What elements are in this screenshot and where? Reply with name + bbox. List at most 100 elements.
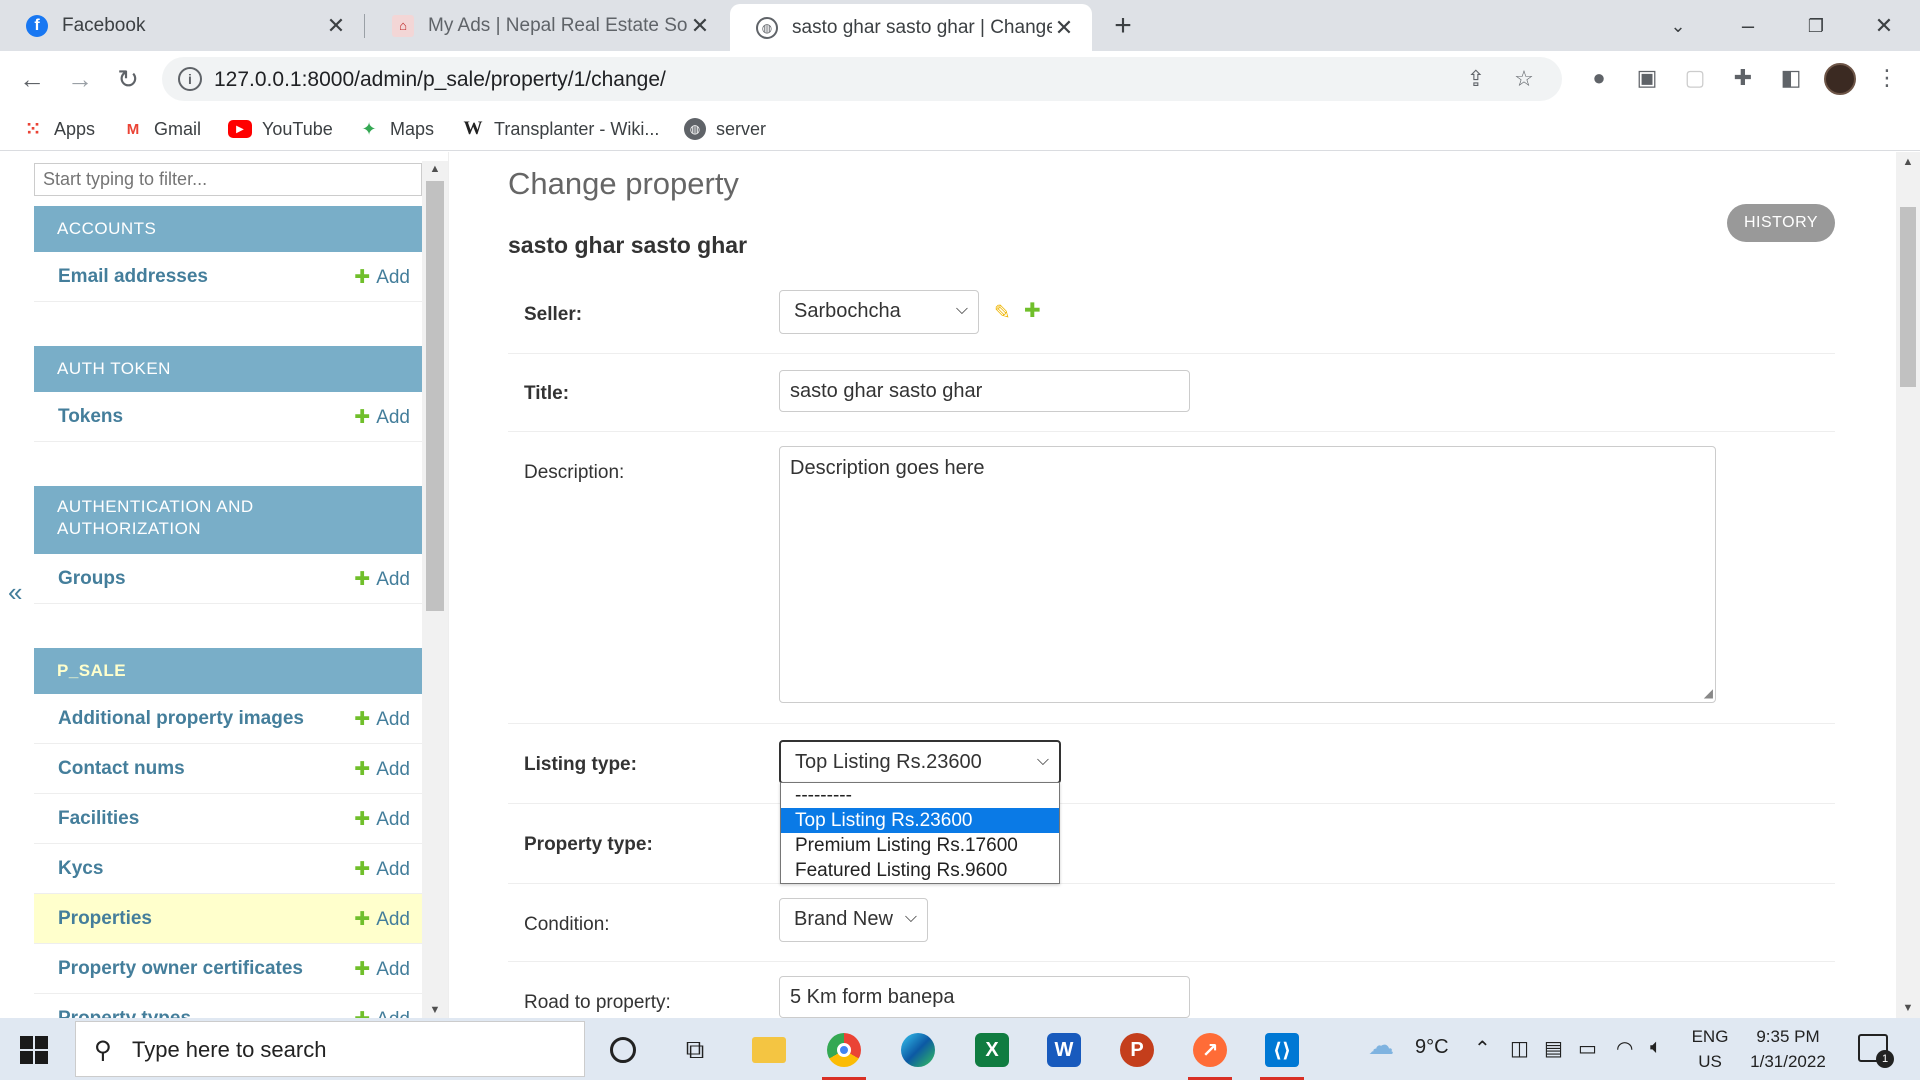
close-icon[interactable]: ✕: [1052, 15, 1076, 41]
extension-icon[interactable]: ▢: [1680, 63, 1710, 93]
module-header[interactable]: AUTH TOKEN: [34, 346, 422, 392]
forward-arrow-icon[interactable]: →: [62, 61, 98, 97]
page-scrollbar[interactable]: ▲ ▼: [1896, 152, 1920, 1018]
restore-button[interactable]: ❐: [1798, 8, 1834, 44]
listing-type-select[interactable]: Top Listing Rs.23600 ⌵: [779, 740, 1061, 784]
add-link[interactable]: ✚Add: [354, 808, 410, 831]
sidebar-item-kycs[interactable]: Kycs ✚ Add: [34, 844, 422, 894]
battery-icon[interactable]: ▭: [1578, 1036, 1597, 1061]
excel-icon[interactable]: X: [968, 1026, 1016, 1074]
close-window-button[interactable]: ✕: [1866, 8, 1902, 44]
dropdown-option[interactable]: ---------: [781, 783, 1059, 808]
weather-temp[interactable]: 9°C: [1415, 1036, 1449, 1059]
title-input[interactable]: sasto ghar sasto ghar: [779, 370, 1190, 412]
tab-my-ads[interactable]: ⌂ My Ads | Nepal Real Estate Soluti ✕: [366, 0, 728, 51]
scrollbar-thumb[interactable]: [426, 181, 444, 611]
taskbar-search-box[interactable]: ⚲ Type here to search: [75, 1021, 585, 1077]
wifi-icon[interactable]: ◠: [1616, 1036, 1633, 1061]
bookmark-server[interactable]: ◍ server: [684, 115, 766, 143]
add-plus-icon[interactable]: ✚: [1024, 298, 1041, 323]
bookmark-star-icon[interactable]: ☆: [1510, 65, 1538, 93]
add-link[interactable]: ✚Add: [354, 958, 410, 981]
sidebar-scrollbar[interactable]: ▲ ▼: [422, 161, 448, 1018]
notification-center-icon[interactable]: 1: [1858, 1034, 1894, 1068]
condition-select[interactable]: Brand New ⌵: [779, 898, 928, 942]
volume-icon[interactable]: 🔈︎: [1650, 1036, 1662, 1059]
reload-icon[interactable]: ↻: [110, 61, 146, 97]
add-link[interactable]: ✚Add: [354, 1008, 410, 1018]
sidebar-item-property-types[interactable]: Property types ✚ Add: [34, 994, 422, 1018]
bookmark-gmail[interactable]: M Gmail: [122, 115, 201, 143]
puzzle-icon[interactable]: ✚: [1728, 63, 1758, 93]
add-link[interactable]: ✚Add: [354, 406, 410, 429]
sidebar-item-label[interactable]: Tokens: [58, 406, 123, 428]
word-icon[interactable]: W: [1040, 1026, 1088, 1074]
menu-kebab-icon[interactable]: ⋮: [1872, 63, 1902, 93]
sidebar-item-label[interactable]: Contact nums: [58, 758, 185, 780]
sidebar-item-label[interactable]: Additional property images: [58, 708, 304, 730]
collapse-sidebar-button[interactable]: «: [8, 577, 22, 608]
sidebar-item-contact-nums[interactable]: Contact nums ✚ Add: [34, 744, 422, 794]
windows-start-icon[interactable]: [20, 1036, 48, 1064]
tab-search-chevron-icon[interactable]: ⌄: [1660, 8, 1696, 44]
extension-icon[interactable]: ●: [1584, 63, 1614, 93]
close-icon[interactable]: ✕: [324, 13, 348, 39]
add-link[interactable]: ✚Add: [354, 708, 410, 731]
seller-select[interactable]: Sarbochcha ⌵: [779, 290, 979, 334]
taskbar-clock[interactable]: 9:35 PM 1/31/2022: [1740, 1024, 1836, 1074]
add-link[interactable]: ✚Add: [354, 858, 410, 881]
task-view-icon[interactable]: ⧉: [671, 1026, 719, 1074]
scroll-up-arrow-icon[interactable]: ▲: [422, 163, 448, 175]
postman-icon[interactable]: ↗: [1186, 1026, 1234, 1080]
sidebar-item-label[interactable]: Properties: [58, 908, 152, 930]
sidebar-item-groups[interactable]: Groups ✚ Add: [34, 554, 422, 604]
dropdown-option[interactable]: Premium Listing Rs.17600: [781, 833, 1059, 858]
tray-chevron-up-icon[interactable]: ⌃: [1474, 1036, 1491, 1061]
edit-pencil-icon[interactable]: ✎: [994, 300, 1011, 325]
scroll-down-arrow-icon[interactable]: ▼: [422, 1004, 448, 1016]
resize-grip-icon[interactable]: ◢: [1704, 686, 1713, 700]
tab-facebook[interactable]: f Facebook ✕: [0, 0, 364, 51]
sidebar-item-properties[interactable]: Properties ✚ Add: [34, 894, 422, 944]
weather-cloud-icon[interactable]: ☁: [1368, 1030, 1394, 1061]
add-link[interactable]: ✚Add: [354, 758, 410, 781]
tray-app-icon[interactable]: ▤: [1544, 1036, 1563, 1061]
cortana-icon[interactable]: [599, 1026, 647, 1074]
nav-filter-input[interactable]: [34, 163, 422, 196]
history-button[interactable]: HISTORY: [1727, 204, 1835, 242]
sidebar-item-label[interactable]: Facilities: [58, 808, 139, 830]
dropdown-option[interactable]: Featured Listing Rs.9600: [781, 858, 1059, 883]
meet-now-icon[interactable]: ◫: [1510, 1036, 1529, 1061]
sidebar-item-property-owner-certificates[interactable]: Property owner certificates ✚ Add: [34, 944, 422, 994]
bookmark-youtube[interactable]: ▶ YouTube: [228, 115, 333, 143]
add-link[interactable]: ✚Add: [354, 568, 410, 591]
sidebar-item-email-addresses[interactable]: Email addresses ✚ Add: [34, 252, 422, 302]
bookmark-maps[interactable]: ✦ Maps: [358, 115, 434, 143]
sidebar-item-tokens[interactable]: Tokens ✚ Add: [34, 392, 422, 442]
back-arrow-icon[interactable]: ←: [14, 61, 50, 97]
scrollbar-thumb[interactable]: [1900, 207, 1916, 387]
edge-icon[interactable]: [894, 1026, 942, 1074]
module-header[interactable]: P_SALE: [34, 648, 422, 694]
minimize-button[interactable]: –: [1730, 8, 1766, 44]
road-input[interactable]: 5 Km form banepa: [779, 976, 1190, 1018]
add-link[interactable]: ✚Add: [354, 266, 410, 289]
side-panel-icon[interactable]: ◧: [1776, 63, 1806, 93]
extension-icon[interactable]: ▣: [1632, 63, 1662, 93]
module-header[interactable]: ACCOUNTS: [34, 206, 422, 252]
sidebar-item-facilities[interactable]: Facilities ✚ Add: [34, 794, 422, 844]
site-info-icon[interactable]: i: [178, 67, 202, 91]
sidebar-item-additional-property-images[interactable]: Additional property images ✚ Add: [34, 694, 422, 744]
file-explorer-icon[interactable]: [745, 1026, 793, 1074]
avatar[interactable]: [1824, 63, 1856, 95]
add-link[interactable]: ✚Add: [354, 908, 410, 931]
new-tab-button[interactable]: +: [1105, 8, 1141, 44]
address-bar[interactable]: i 127.0.0.1:8000/admin/p_sale/property/1…: [162, 57, 1562, 101]
dropdown-option-selected[interactable]: Top Listing Rs.23600: [781, 808, 1059, 833]
sidebar-item-label[interactable]: Property owner certificates: [58, 958, 303, 980]
listing-type-dropdown[interactable]: --------- Top Listing Rs.23600 Premium L…: [780, 782, 1060, 884]
powerpoint-icon[interactable]: P: [1113, 1026, 1161, 1074]
scroll-down-arrow-icon[interactable]: ▼: [1896, 1002, 1920, 1014]
chrome-icon[interactable]: [820, 1026, 868, 1080]
close-icon[interactable]: ✕: [688, 13, 712, 39]
